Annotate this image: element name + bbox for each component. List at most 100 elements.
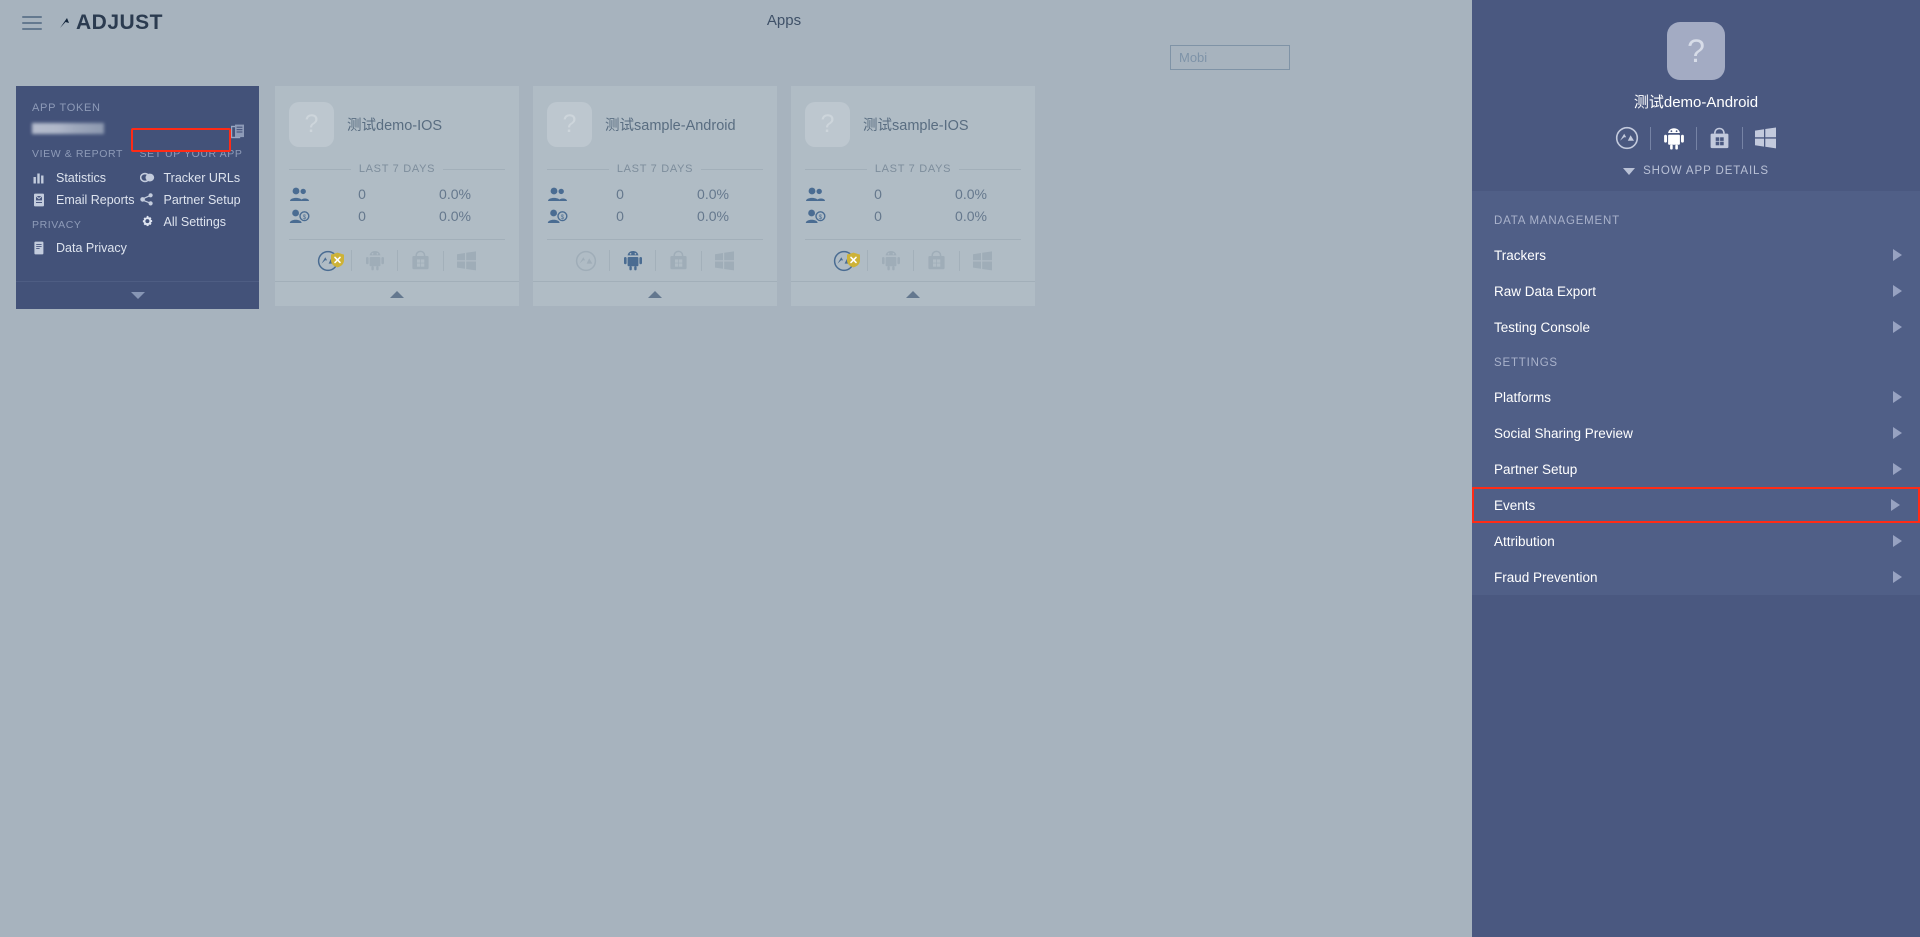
windows-icon[interactable] bbox=[959, 250, 1005, 271]
android-icon[interactable] bbox=[351, 250, 397, 271]
period-divider: LAST 7 DAYS bbox=[289, 163, 506, 175]
drawer-item-raw-data-export[interactable]: Raw Data Export bbox=[1472, 273, 1920, 309]
drawer-item-testing-console[interactable]: Testing Console bbox=[1472, 309, 1920, 345]
users-icon bbox=[547, 187, 577, 202]
chevron-down-icon bbox=[130, 292, 145, 299]
chevron-right-icon bbox=[1893, 249, 1902, 261]
period-label: LAST 7 DAYS bbox=[874, 163, 952, 175]
drawer-item-partner-setup[interactable]: Partner Setup bbox=[1472, 451, 1920, 487]
sidebar-item-all-settings[interactable]: All Settings bbox=[140, 211, 244, 233]
app-root: ADJUST Apps Mobi APP TOKEN VIEW & REPORT bbox=[0, 0, 1920, 937]
data-privacy-icon bbox=[32, 240, 47, 255]
stat-percent: 0.0% bbox=[955, 186, 987, 202]
stat-value: 0 bbox=[358, 208, 366, 224]
drawer-item-label: Fraud Prevention bbox=[1494, 569, 1598, 585]
stat-row: $ 0 0.0% bbox=[547, 205, 763, 227]
stat-value: 0 bbox=[874, 208, 882, 224]
sidebar-item-label: Email Reports bbox=[56, 192, 135, 207]
period-label: LAST 7 DAYS bbox=[358, 163, 436, 175]
drawer-item-social-sharing-preview[interactable]: Social Sharing Preview bbox=[1472, 415, 1920, 451]
drawer-item-attribution[interactable]: Attribution bbox=[1472, 523, 1920, 559]
show-app-details-label: SHOW APP DETAILS bbox=[1643, 165, 1769, 177]
platform-row bbox=[805, 239, 1021, 281]
svg-text:$: $ bbox=[303, 214, 307, 221]
sidebar-item-label: Statistics bbox=[56, 170, 107, 185]
view-report-heading: VIEW & REPORT bbox=[32, 148, 124, 160]
privacy-heading: PRIVACY bbox=[32, 219, 82, 231]
drawer-app-name: 测试demo-Android bbox=[1633, 94, 1759, 111]
android-icon[interactable] bbox=[867, 250, 913, 271]
chevron-right-icon bbox=[1893, 463, 1902, 475]
windows-icon[interactable] bbox=[701, 250, 747, 271]
drawer-item-platforms[interactable]: Platforms bbox=[1472, 379, 1920, 415]
chevron-up-icon bbox=[906, 290, 920, 298]
app-store-icon[interactable] bbox=[1604, 126, 1650, 150]
android-icon[interactable] bbox=[609, 250, 655, 271]
store-bag-icon[interactable] bbox=[397, 250, 443, 271]
stat-row: $ 0 0.0% bbox=[289, 205, 505, 227]
store-bag-icon[interactable] bbox=[655, 250, 701, 271]
drawer-item-trackers[interactable]: Trackers bbox=[1472, 237, 1920, 273]
show-app-details-button[interactable]: SHOW APP DETAILS bbox=[1472, 165, 1920, 191]
copy-icon[interactable] bbox=[230, 124, 245, 140]
app-store-icon[interactable] bbox=[821, 250, 867, 272]
chevron-down-icon bbox=[1623, 167, 1636, 175]
store-bag-icon[interactable] bbox=[913, 250, 959, 271]
stat-value: 0 bbox=[616, 186, 624, 202]
share-icon bbox=[140, 192, 155, 207]
drawer-item-label: Trackers bbox=[1494, 247, 1547, 263]
users-icon bbox=[289, 187, 319, 202]
sidebar-item-label: Partner Setup bbox=[163, 192, 241, 207]
app-name: 测试demo-IOS bbox=[347, 118, 443, 134]
adjust-mark-icon bbox=[58, 15, 75, 32]
stat-value: 0 bbox=[358, 186, 366, 202]
paying-user-icon: $ bbox=[289, 209, 319, 224]
app-stats: 0 0.0% $ 0 0.0% bbox=[547, 183, 763, 227]
windows-icon[interactable] bbox=[1742, 127, 1788, 149]
app-card-collapse-button[interactable] bbox=[791, 281, 1035, 306]
top-bar: ADJUST bbox=[0, 0, 1472, 46]
app-card[interactable]: ? 测试sample-IOS LAST 7 DAYS 0 0.0% $ 0 0.… bbox=[791, 86, 1035, 306]
stat-percent: 0.0% bbox=[697, 186, 729, 202]
drawer-item-label: Platforms bbox=[1494, 389, 1552, 405]
app-card-collapse-button[interactable] bbox=[275, 281, 519, 306]
search-input[interactable]: Mobi bbox=[1170, 45, 1290, 70]
app-name: 测试sample-Android bbox=[605, 118, 736, 134]
sidebar-item-statistics[interactable]: Statistics bbox=[32, 167, 136, 189]
chevron-up-icon bbox=[390, 290, 404, 298]
app-card[interactable]: ? 测试sample-Android LAST 7 DAYS 0 0.0% $ … bbox=[533, 86, 777, 306]
sidebar-item-data-privacy[interactable]: Data Privacy bbox=[32, 237, 136, 259]
android-icon[interactable] bbox=[1650, 126, 1696, 150]
drawer-item-fraud-prevention[interactable]: Fraud Prevention bbox=[1472, 559, 1920, 595]
stat-value: 0 bbox=[616, 208, 624, 224]
sidebar-item-partner-setup[interactable]: Partner Setup bbox=[140, 189, 244, 211]
sidebar-item-email-reports[interactable]: Email Reports bbox=[32, 189, 136, 211]
hamburger-icon[interactable] bbox=[22, 16, 42, 30]
drawer-header: ? 测试demo-Android SHOW APP DETAILS bbox=[1472, 0, 1920, 191]
warning-shield-x-icon bbox=[846, 252, 861, 268]
chevron-right-icon bbox=[1893, 321, 1902, 333]
store-bag-icon[interactable] bbox=[1696, 126, 1742, 150]
logo-text: ADJUST bbox=[76, 11, 164, 34]
app-icon: ? bbox=[547, 102, 592, 147]
app-settings-drawer: ? 测试demo-Android SHOW APP DETAILS DATA M… bbox=[1472, 0, 1920, 937]
app-panel-expand-button[interactable] bbox=[16, 281, 259, 309]
stat-percent: 0.0% bbox=[439, 208, 471, 224]
app-card[interactable]: ? 测试demo-IOS LAST 7 DAYS 0 0.0% $ 0 0.0% bbox=[275, 86, 519, 306]
period-label: LAST 7 DAYS bbox=[616, 163, 694, 175]
app-store-icon[interactable] bbox=[563, 250, 609, 272]
chevron-right-icon bbox=[1893, 285, 1902, 297]
app-name: 测试sample-IOS bbox=[863, 118, 969, 134]
windows-icon[interactable] bbox=[443, 250, 489, 271]
sidebar-item-tracker-urls[interactable]: Tracker URLs bbox=[139, 167, 244, 189]
app-card-collapse-button[interactable] bbox=[533, 281, 777, 306]
chevron-up-icon bbox=[648, 290, 662, 298]
section-title-data-management: DATA MANAGEMENT bbox=[1494, 215, 1620, 227]
chevron-right-icon bbox=[1891, 499, 1900, 511]
drawer-item-label: Raw Data Export bbox=[1494, 283, 1597, 299]
app-stats: 0 0.0% $ 0 0.0% bbox=[805, 183, 1021, 227]
app-card-list: ? 测试demo-IOS LAST 7 DAYS 0 0.0% $ 0 0.0%… bbox=[275, 86, 1035, 306]
app-store-icon[interactable] bbox=[305, 250, 351, 272]
adjust-logo[interactable]: ADJUST bbox=[58, 11, 163, 35]
drawer-item-events[interactable]: Events bbox=[1472, 487, 1920, 523]
